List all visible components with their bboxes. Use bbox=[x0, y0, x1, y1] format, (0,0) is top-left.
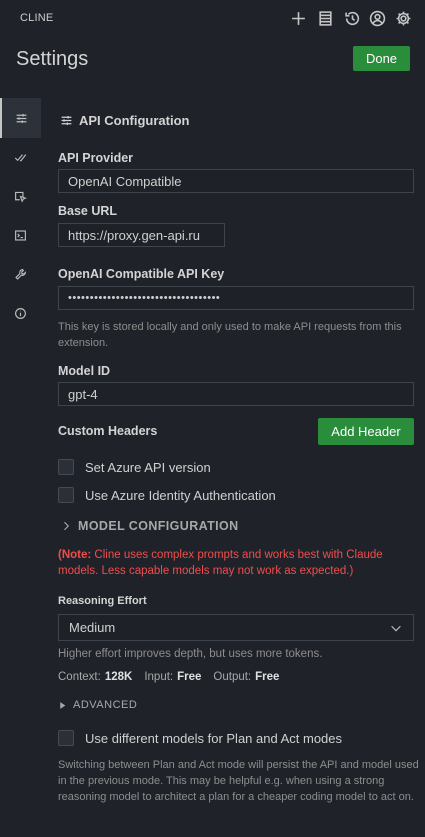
cursor-icon bbox=[15, 191, 27, 203]
plan-act-checkbox[interactable] bbox=[58, 730, 74, 746]
model-warning-note: (Note: Cline uses complex prompts and wo… bbox=[58, 547, 418, 579]
chevron-right-icon bbox=[64, 521, 70, 531]
top-bar: CLINE bbox=[0, 0, 425, 36]
azure-identity-checkbox[interactable] bbox=[58, 487, 74, 503]
model-id-label: Model ID bbox=[58, 364, 111, 378]
context-label: Context: bbox=[58, 671, 101, 683]
sliders-icon bbox=[16, 113, 27, 123]
sidebar-item-about[interactable] bbox=[0, 293, 41, 333]
advanced-toggle[interactable]: ADVANCED bbox=[58, 699, 137, 711]
model-id-input[interactable]: gpt-4 bbox=[58, 382, 414, 406]
sliders-icon bbox=[61, 116, 72, 125]
input-label: Input: bbox=[144, 671, 174, 683]
terminal-icon bbox=[15, 229, 26, 241]
azure-version-label: Set Azure API version bbox=[85, 459, 211, 475]
reasoning-effort-value: Medium bbox=[69, 620, 116, 635]
history-icon[interactable] bbox=[342, 8, 362, 28]
plus-icon[interactable] bbox=[288, 8, 308, 28]
output-value: Free bbox=[255, 671, 280, 683]
base-url-input[interactable]: https://proxy.gen-api.ru bbox=[58, 223, 225, 247]
history-list-icon[interactable] bbox=[315, 8, 335, 28]
azure-identity-checkbox-row[interactable]: Use Azure Identity Authentication bbox=[58, 487, 276, 503]
sidebar-item-features[interactable] bbox=[0, 137, 41, 177]
section-title: API Configuration bbox=[79, 113, 190, 128]
note-prefix: (Note: bbox=[58, 549, 92, 561]
sidebar-item-terminal[interactable] bbox=[0, 215, 41, 255]
output-label: Output: bbox=[213, 671, 252, 683]
check-double-icon bbox=[14, 153, 27, 161]
azure-identity-label: Use Azure Identity Authentication bbox=[85, 487, 276, 503]
sidebar-item-api-configuration[interactable] bbox=[0, 98, 41, 138]
context-value: 128K bbox=[104, 671, 133, 683]
plan-act-hint: Switching between Plan and Act mode will… bbox=[58, 759, 419, 803]
section-header: API Configuration bbox=[60, 113, 190, 128]
chevron-down-icon bbox=[391, 625, 401, 631]
reasoning-effort-label: Reasoning Effort bbox=[58, 595, 147, 607]
advanced-label: ADVANCED bbox=[73, 699, 138, 711]
wrench-icon bbox=[15, 268, 26, 280]
base-url-label: Base URL bbox=[58, 204, 118, 218]
api-key-hint: This key is stored locally and only used… bbox=[58, 321, 402, 349]
api-key-input[interactable]: ••••••••••••••••••••••••••••••••••• bbox=[58, 286, 414, 310]
account-icon[interactable] bbox=[367, 8, 387, 28]
sidebar-item-browser[interactable] bbox=[0, 176, 41, 216]
input-value: Free bbox=[177, 671, 202, 683]
settings-icon[interactable] bbox=[393, 8, 413, 28]
note-text: Cline uses complex prompts and works bes… bbox=[58, 549, 383, 577]
triangle-right-icon bbox=[60, 701, 66, 709]
azure-version-checkbox-row[interactable]: Set Azure API version bbox=[58, 459, 211, 475]
plan-act-label: Use different models for Plan and Act mo… bbox=[85, 730, 343, 746]
azure-version-checkbox[interactable] bbox=[58, 459, 74, 475]
sidebar-item-debug[interactable] bbox=[0, 254, 41, 294]
model-info-row: Context: 128K Input: Free Output: Free bbox=[58, 671, 291, 683]
api-provider-select[interactable]: OpenAI Compatible bbox=[58, 169, 414, 193]
model-configuration-label: MODEL CONFIGURATION bbox=[78, 519, 239, 533]
api-provider-label: API Provider bbox=[58, 151, 134, 165]
reasoning-effort-hint: Higher effort improves depth, but uses m… bbox=[58, 648, 323, 660]
page-title: Settings bbox=[16, 48, 89, 70]
done-button[interactable]: Done bbox=[353, 46, 410, 71]
info-icon bbox=[15, 307, 26, 319]
add-header-button[interactable]: Add Header bbox=[318, 418, 414, 445]
model-configuration-toggle[interactable]: MODEL CONFIGURATION bbox=[60, 519, 239, 533]
custom-headers-label: Custom Headers bbox=[58, 424, 158, 438]
plan-act-checkbox-row[interactable]: Use different models for Plan and Act mo… bbox=[58, 730, 342, 746]
app-title: CLINE bbox=[20, 12, 54, 24]
api-key-label: OpenAI Compatible API Key bbox=[58, 267, 225, 281]
reasoning-effort-select[interactable]: Medium bbox=[58, 614, 414, 641]
